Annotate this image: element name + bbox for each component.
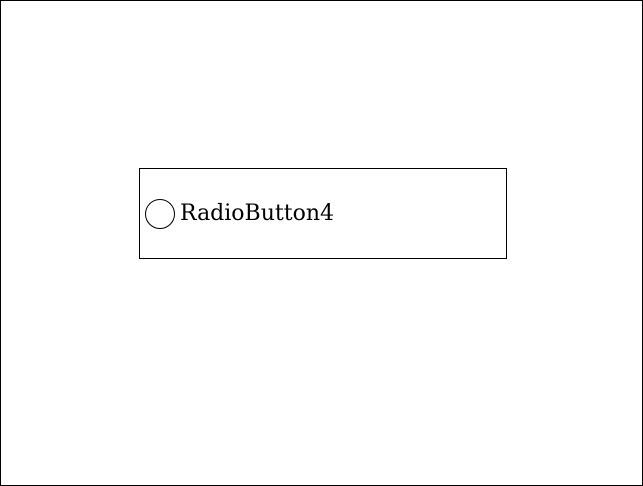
radio-circle-icon[interactable] [145,199,175,229]
radio-button-label[interactable]: RadioButton4 [180,199,334,229]
radio-button-4[interactable]: RadioButton4 [139,168,507,259]
form-window: RadioButton4 [0,0,643,486]
